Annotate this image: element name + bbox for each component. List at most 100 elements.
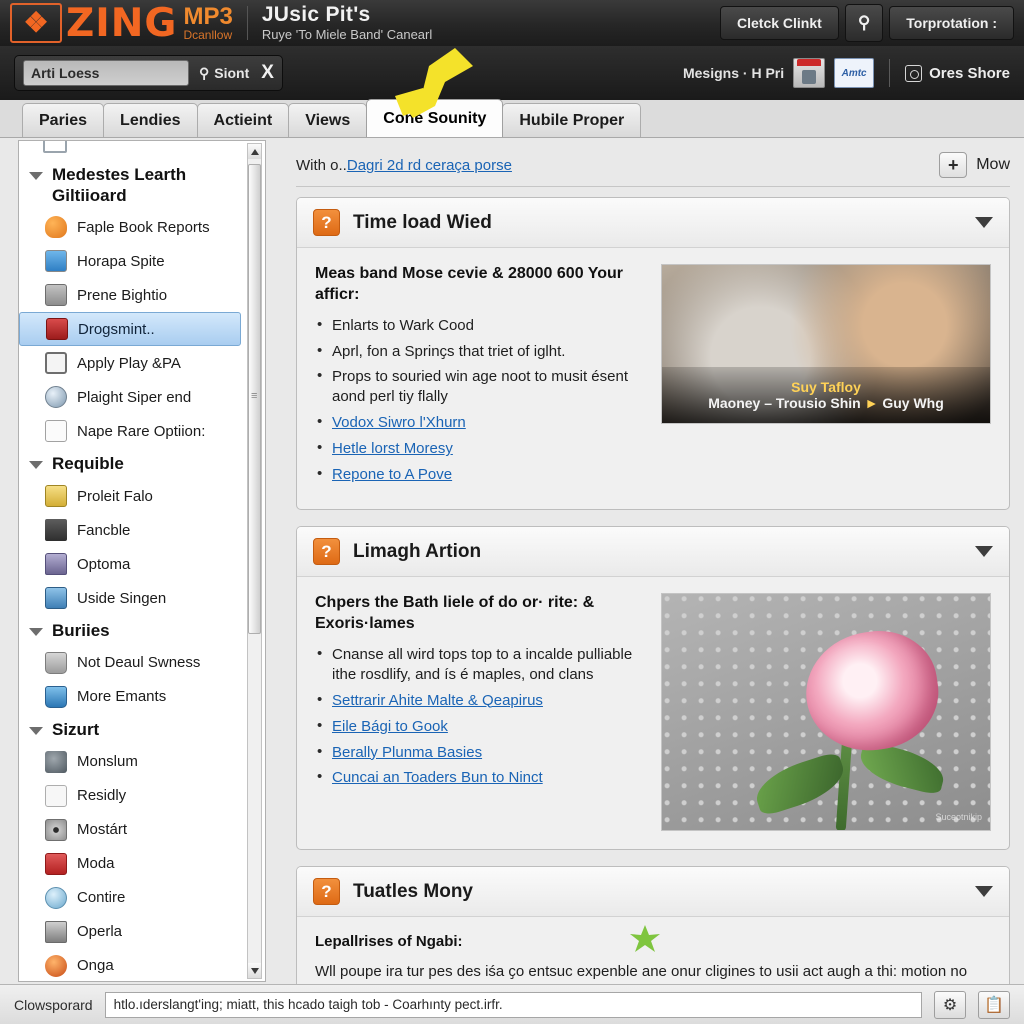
- scroll-down-arrow[interactable]: [248, 963, 261, 978]
- list-item: Aprl, fon a Sprinҫs that triet of iglht.: [315, 341, 645, 362]
- sidebar-group-label: Sizurt: [52, 719, 100, 739]
- tab-actieint[interactable]: Actieint: [196, 103, 290, 137]
- search-submit-button[interactable]: ⚲ Siont: [199, 65, 249, 82]
- sidebar-item-not-deaul-swness[interactable]: Not Deaul Swness: [19, 646, 247, 680]
- list-item: Cnanse all wird tops top to a incalde pu…: [315, 644, 645, 685]
- list-item[interactable]: Repone to A Pove: [315, 464, 645, 485]
- tab-cone-sounity[interactable]: Cone Sounity: [366, 99, 504, 137]
- chevron-down-icon[interactable]: [975, 886, 993, 898]
- sidebar-item-proleit-falo[interactable]: Proleit Falo: [19, 479, 247, 513]
- sidebar-item-plaight-siper-end[interactable]: Plaight Siper end: [19, 380, 247, 414]
- chevron-down-icon[interactable]: [29, 628, 43, 637]
- bullet-link[interactable]: Berally Plunma Basies: [332, 744, 482, 761]
- search-input[interactable]: [23, 60, 189, 86]
- bullet-link[interactable]: Repone to A Pove: [332, 466, 452, 483]
- sidebar-item-drogsmint-[interactable]: Drogsmint..: [19, 312, 241, 347]
- list-item[interactable]: Berally Plunma Basies: [315, 742, 645, 763]
- sidebar-item-optoma[interactable]: Optoma: [19, 547, 247, 581]
- scanner-icon: [45, 685, 67, 708]
- check-client-button[interactable]: Cletck Clinkt: [720, 6, 839, 40]
- sidebar-item-moda[interactable]: Moda: [19, 847, 247, 881]
- sidebar-group-1[interactable]: Requible: [19, 448, 247, 479]
- card-list: ? Time load Wied Meas band Mose cevie & 28…: [296, 197, 1010, 984]
- sidebar-group-label: Buriies: [52, 621, 110, 641]
- card-paragraph: Wll poupe ira tur pes des iśa ҫo entsuc …: [315, 963, 968, 981]
- card-text-column: Chpers the Bath liele of do or· rite: & …: [315, 593, 645, 831]
- sidebar-item-nape-rare-optiion-[interactable]: Nape Rare Optiion:: [19, 414, 247, 448]
- partner-badge-icon[interactable]: Amtc: [834, 58, 875, 88]
- tab-paries[interactable]: Paries: [22, 103, 105, 137]
- list-item[interactable]: Cuncai an Toaders Bun to Ninct: [315, 767, 645, 788]
- bullet-link[interactable]: Hetle lorst Moresy: [332, 440, 453, 457]
- video-thumbnail[interactable]: Suy Tafloy Maoney – Trousio Shin ► Guy Wh…: [661, 264, 991, 424]
- sidebar-item-residly[interactable]: Residly: [19, 779, 247, 813]
- tower-icon: [45, 920, 67, 943]
- tab-hubile-proper[interactable]: Hubile Proper: [502, 103, 642, 137]
- zing-bird-logo-icon[interactable]: ❖: [10, 3, 62, 43]
- rose-stem: [835, 735, 853, 831]
- sidebar-group-3[interactable]: Sizurt: [19, 714, 247, 745]
- bullet-link[interactable]: Vodox Siwro l'Xhurn: [332, 414, 466, 431]
- list-item[interactable]: Settrarir Ahite Malte & Qeapirus: [315, 690, 645, 711]
- search-icon[interactable]: ⚲: [844, 4, 884, 42]
- list-item[interactable]: Hetle lorst Moresy: [315, 438, 645, 459]
- sidebar-item-prene-bightio[interactable]: Prene Bightio: [19, 278, 247, 312]
- content-intro-text: With o..: [296, 156, 347, 174]
- corporation-menu-button[interactable]: Torprotation :: [889, 6, 1014, 40]
- chevron-down-icon[interactable]: [975, 546, 993, 558]
- sidebar-scrollbar[interactable]: [247, 143, 262, 979]
- sidebar-item-most-rt[interactable]: Mostárt: [19, 813, 247, 847]
- clipboard-field[interactable]: htlo.ıderslangt'ing; miatt, this hcado t…: [104, 991, 922, 1018]
- sidebar-group-2[interactable]: Buriies: [19, 615, 247, 646]
- sidebar-item-operla[interactable]: Operla: [19, 915, 247, 949]
- sidebar-item-horapa-spite[interactable]: Horapa Spite: [19, 244, 247, 278]
- store-link[interactable]: Ores Shore: [905, 64, 1010, 82]
- calendar-badge-icon[interactable]: [793, 58, 826, 88]
- sidebar-item-onga[interactable]: Onga: [19, 949, 247, 981]
- list-item[interactable]: Vodox Siwro l'Xhurn: [315, 412, 645, 433]
- tab-views[interactable]: Views: [288, 103, 368, 137]
- scroll-up-arrow[interactable]: [248, 144, 261, 159]
- bullet-link[interactable]: Cuncai an Toaders Bun to Ninct: [332, 769, 543, 786]
- add-more-label[interactable]: Mow: [976, 156, 1010, 174]
- sidebar-navigation: Medestes Learth Giltiioard Faple Book Rep…: [18, 140, 266, 982]
- printer-icon: [45, 651, 67, 674]
- close-icon[interactable]: X: [261, 62, 274, 84]
- sidebar-item-contire[interactable]: Contire: [19, 881, 247, 915]
- harddisk-icon: [45, 750, 67, 773]
- sidebar-group-0[interactable]: Medestes Learth Giltiioard: [19, 159, 247, 210]
- sidebar-item-monslum[interactable]: Monslum: [19, 745, 247, 779]
- sidebar-group-label: Medestes Learth Giltiioard: [52, 165, 187, 205]
- funnel-icon: [45, 519, 67, 542]
- chevron-down-icon[interactable]: [29, 726, 43, 735]
- chevron-down-icon[interactable]: [29, 172, 43, 180]
- search-toolbar: ⚲ Siont X Mesigns · H Pri Amtc Ores Shor…: [0, 46, 1024, 100]
- gear-icon[interactable]: ⚙: [934, 990, 966, 1019]
- clipboard-icon[interactable]: 📋: [978, 990, 1010, 1019]
- window-icon: [45, 250, 67, 273]
- folder-key-icon: [45, 485, 67, 508]
- chevron-down-icon[interactable]: [29, 461, 43, 470]
- card-header[interactable]: ? Limagh Artion: [297, 527, 1009, 578]
- help-card: ? Time load Wied Meas band Mose cevie & 28…: [296, 197, 1010, 511]
- sidebar-item-uside-singen[interactable]: Uside Singen: [19, 581, 247, 615]
- scrollbar-thumb[interactable]: [248, 164, 261, 634]
- bullet-link[interactable]: Settrarir Ahite Malte & Qeapirus: [332, 692, 543, 709]
- card-header[interactable]: ? Tuatles Mony: [297, 867, 1009, 918]
- photo-thumbnail[interactable]: Suceotnikip: [661, 593, 991, 832]
- content-intro-link[interactable]: Dagri 2d rd ceraça porse: [347, 157, 512, 174]
- logo-wordmark[interactable]: ZING: [66, 4, 177, 43]
- card-header[interactable]: ? Time load Wied: [297, 198, 1009, 248]
- list-item[interactable]: Eile Bági to Gook: [315, 716, 645, 737]
- sidebar-item-fancble[interactable]: Fancble: [19, 513, 247, 547]
- chevron-down-icon[interactable]: [975, 217, 993, 228]
- bullet-link[interactable]: Eile Bági to Gook: [332, 718, 448, 735]
- brand-header: ❖ ZING MP3 Dcanllow JUsic Pit's Ruye 'To…: [0, 0, 1024, 46]
- sidebar-item-faple-book-reports[interactable]: Faple Book Reports: [19, 210, 247, 244]
- search-toolbar-right: Mesigns · H Pri Amtc Ores Shore: [683, 58, 1010, 88]
- sidebar-item-apply-play-pa[interactable]: Apply Play &PA: [19, 346, 247, 380]
- tab-lendies[interactable]: Lendies: [103, 103, 198, 137]
- sidebar-item-more-emants[interactable]: More Emants: [19, 680, 247, 714]
- plus-icon[interactable]: +: [939, 152, 968, 178]
- card-title: Limagh Artion: [353, 540, 482, 562]
